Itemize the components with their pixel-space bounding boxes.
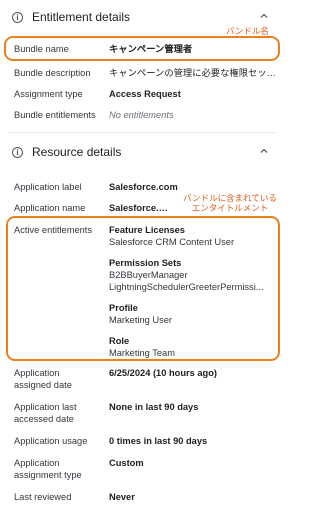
- row-value: Custom: [109, 458, 144, 468]
- row-label: Bundle entitlements: [14, 110, 96, 120]
- annotation-bundle-name: バンドル名: [226, 26, 269, 36]
- section-divider: [8, 132, 276, 133]
- annotation-entitlements-text: バンドルに含まれている エンタイトルメント: [183, 193, 277, 213]
- group-title: Feature Licenses: [109, 225, 185, 235]
- section-title: Resource details: [32, 145, 122, 159]
- row-label: Application name: [14, 203, 86, 213]
- row-value: Never: [109, 492, 135, 502]
- group-item: Salesforce CRM Content User: [109, 237, 235, 247]
- group-item: Marketing Team: [109, 348, 175, 358]
- row-value: キャンペーンの管理に必要な権限セッ…: [109, 68, 276, 78]
- group-role: Role Marketing Team: [109, 335, 276, 359]
- row-value: None in last 90 days: [109, 402, 199, 412]
- row-label: Bundle description: [14, 68, 91, 78]
- row-label: Application assignment type: [14, 458, 82, 480]
- row-label: Last reviewed: [14, 492, 72, 502]
- group-permission-sets: Permission Sets B2BBuyerManager Lightnin…: [109, 257, 276, 293]
- group-title: Permission Sets: [109, 258, 182, 268]
- group-item: B2BBuyerManager: [109, 270, 188, 280]
- row-value: No entitlements: [109, 110, 174, 120]
- row-label: Application last accessed date: [14, 402, 77, 424]
- section-title: Entitlement details: [32, 10, 131, 24]
- annotation-entitlements: バンドルに含まれている エンタイトルメント: [178, 193, 282, 213]
- group-item: Marketing User: [109, 315, 173, 325]
- chevron-up-icon[interactable]: [260, 147, 268, 155]
- chevron-up-icon[interactable]: [260, 12, 268, 20]
- entitlement-details-header[interactable]: i Entitlement details: [12, 6, 272, 28]
- row-label: Application assigned date: [14, 368, 72, 390]
- row-label: Active entitlements: [14, 225, 93, 235]
- group-feature-licenses: Feature Licenses Salesforce CRM Content …: [109, 224, 276, 248]
- info-icon: i: [12, 11, 23, 23]
- row-value: キャンペーン管理者: [109, 44, 193, 54]
- row-value: 0 times in last 90 days: [109, 436, 208, 446]
- group-title: Profile: [109, 303, 138, 313]
- group-item: LightningSchedulerGreeterPermissi...: [109, 282, 264, 292]
- row-value: Salesforce.com: [109, 182, 178, 192]
- row-label: Assignment type: [14, 89, 83, 99]
- row-value: Access Request: [109, 89, 181, 99]
- row-label: Application usage: [14, 436, 88, 446]
- entitlement-groups: Feature Licenses Salesforce CRM Content …: [109, 224, 276, 359]
- row-value: Salesforce.com: [109, 203, 172, 213]
- group-title: Role: [109, 336, 130, 346]
- row-label: Application label: [14, 182, 82, 192]
- info-icon: i: [12, 146, 23, 158]
- row-label: Bundle name: [14, 44, 69, 54]
- group-profile: Profile Marketing User: [109, 302, 276, 326]
- row-value: 6/25/2024 (10 hours ago): [109, 368, 217, 378]
- resource-details-header[interactable]: i Resource details: [12, 141, 272, 163]
